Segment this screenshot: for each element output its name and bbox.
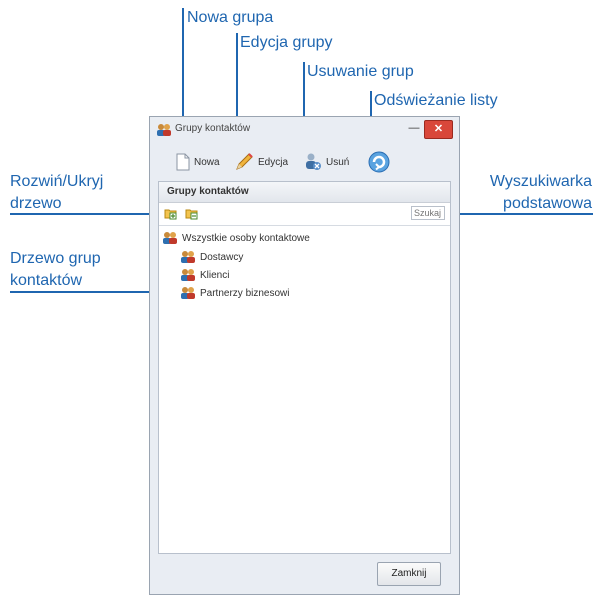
connector-expand-collapse — [10, 213, 170, 215]
title-bar[interactable]: Grupy kontaktów — ✕ — [150, 117, 459, 143]
minimize-button[interactable]: — — [403, 121, 425, 137]
callout-expand-collapse-line2: drzewo — [10, 195, 62, 212]
expand-tree-icon[interactable] — [164, 207, 178, 220]
callout-tree-line1: Drzewo grup — [10, 250, 101, 267]
new-document-icon — [176, 153, 190, 171]
refresh-button[interactable] — [368, 149, 390, 175]
tree-item-label: Klienci — [200, 269, 230, 281]
users-icon — [180, 268, 196, 282]
connector-search — [448, 213, 593, 215]
edit-button-label: Edycja — [258, 156, 289, 168]
search-input[interactable] — [411, 206, 445, 220]
pencil-icon — [234, 152, 254, 172]
callout-search-line2: podstawowa — [503, 195, 592, 212]
window-title: Grupy kontaktów — [175, 123, 251, 134]
contact-groups-window: Grupy kontaktów — ✕ Nowa Edycja Usuń Gru… — [149, 116, 460, 595]
users-icon — [180, 250, 196, 264]
delete-button-label: Usuń — [326, 156, 350, 168]
callout-search-line1: Wyszukiwarka — [489, 173, 592, 190]
close-button[interactable]: Zamknij — [377, 562, 441, 586]
users-icon — [162, 231, 178, 245]
callout-refresh-list: Odświeżanie listy — [374, 92, 498, 109]
tree-item-label: Wszystkie osoby kontaktowe — [182, 232, 310, 244]
tree-item-partnerzy[interactable]: Partnerzy biznesowi — [180, 286, 289, 300]
edit-button[interactable]: Edycja — [234, 149, 288, 175]
delete-users-icon — [304, 152, 322, 172]
users-icon — [156, 123, 172, 137]
callout-expand-collapse-line1: Rozwiń/Ukryj — [10, 173, 104, 190]
toolbar: Nowa Edycja Usuń — [158, 145, 451, 181]
callout-tree-line2: kontaktów — [10, 272, 83, 289]
tree-item-label: Partnerzy biznesowi — [200, 287, 290, 299]
panel-toolbar — [159, 203, 450, 226]
new-button-label: Nowa — [194, 156, 220, 168]
callout-new-group: Nowa grupa — [187, 9, 274, 26]
panel-header: Grupy kontaktów — [159, 182, 450, 203]
tree-item-root[interactable]: Wszystkie osoby kontaktowe — [162, 231, 310, 245]
callout-edit-group: Edycja grupy — [240, 34, 333, 51]
tree-item-label: Dostawcy — [200, 251, 244, 263]
collapse-tree-icon[interactable] — [185, 207, 199, 220]
contact-groups-panel: Grupy kontaktów Szukaj Wszystkie osoby k… — [158, 181, 451, 554]
close-window-button[interactable]: ✕ — [424, 120, 453, 139]
delete-button[interactable]: Usuń — [304, 149, 349, 175]
users-icon — [180, 286, 196, 300]
callout-delete-groups: Usuwanie grup — [307, 63, 414, 80]
refresh-icon — [368, 151, 390, 173]
tree-item-dostawcy[interactable]: Dostawcy — [180, 250, 243, 264]
new-button[interactable]: Nowa — [176, 149, 220, 175]
tree-item-klienci[interactable]: Klienci — [180, 268, 229, 282]
